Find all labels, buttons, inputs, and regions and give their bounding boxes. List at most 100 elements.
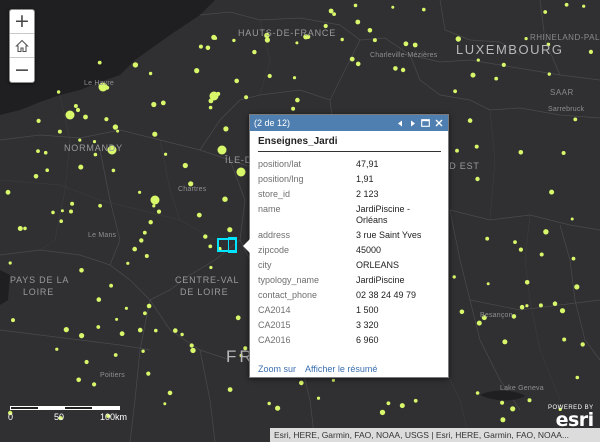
map-view[interactable]: HAUTS-DE-FRANCE LUXEMBOURG RHINELAND-PAL… [0,0,600,442]
home-button[interactable] [10,34,34,58]
store-point[interactable] [78,164,84,170]
store-point[interactable] [222,196,228,202]
store-point[interactable] [340,37,344,42]
store-point[interactable] [138,190,142,194]
store-point[interactable] [582,4,586,8]
store-point[interactable] [524,280,530,285]
store-point[interactable] [98,203,102,208]
store-point[interactable] [393,66,398,71]
store-point[interactable] [223,126,229,132]
store-point[interactable] [190,347,196,354]
store-point[interactable] [486,282,490,286]
store-point[interactable] [355,19,361,25]
store-point[interactable] [539,252,544,257]
store-point[interactable] [156,209,162,214]
store-point[interactable] [139,238,144,243]
store-point[interactable] [109,283,113,288]
store-point[interactable] [543,229,549,235]
store-point[interactable] [154,328,158,333]
store-point[interactable] [412,42,418,48]
store-point[interactable] [152,204,156,208]
store-point[interactable] [167,390,173,396]
store-point[interactable] [267,401,271,406]
store-point[interactable] [142,230,147,235]
store-point[interactable] [93,152,98,157]
store-point[interactable] [264,37,270,43]
store-point[interactable] [5,189,11,195]
store-point[interactable] [23,226,27,231]
store-point[interactable] [116,129,120,133]
store-point[interactable] [70,201,75,206]
store-point[interactable] [132,62,139,68]
store-point[interactable] [386,401,391,406]
store-point[interactable] [292,76,297,80]
store-point[interactable] [547,72,551,76]
store-point[interactable] [244,95,249,100]
store-point[interactable] [119,331,125,337]
store-point[interactable] [399,403,405,409]
store-point[interactable] [455,148,459,153]
store-point[interactable] [180,332,184,337]
store-point[interactable] [112,124,119,130]
store-point[interactable] [518,150,524,155]
store-point[interactable] [33,174,39,179]
store-point[interactable] [196,212,202,218]
store-point[interactable] [349,56,355,62]
store-point[interactable] [379,409,386,416]
store-point[interactable] [455,36,461,42]
store-point[interactable] [494,76,499,81]
store-point[interactable] [467,118,473,123]
store-point[interactable] [588,49,594,55]
store-point[interactable] [11,318,15,323]
store-point[interactable] [549,189,555,195]
store-point[interactable] [111,168,116,173]
store-point[interactable] [524,37,528,41]
store-point[interactable] [83,114,88,120]
store-point[interactable] [59,219,63,223]
store-point[interactable] [299,380,304,386]
store-point[interactable] [75,107,81,113]
store-point[interactable] [141,349,145,353]
store-point[interactable] [209,265,213,270]
store-point[interactable] [252,49,257,55]
store-point[interactable] [543,10,548,14]
store-point[interactable] [485,236,490,241]
store-point[interactable] [36,118,41,123]
store-point[interactable] [453,89,457,94]
store-point[interactable] [474,144,479,149]
store-point[interactable] [8,261,12,265]
store-point[interactable] [143,311,147,316]
store-point-large[interactable] [150,195,160,205]
store-point[interactable] [45,168,49,172]
store-point[interactable] [403,41,409,47]
store-point[interactable] [367,28,373,33]
store-point[interactable] [126,261,130,265]
store-point[interactable] [60,209,64,213]
store-point[interactable] [124,306,128,310]
store-point[interactable] [137,327,143,333]
maximize-icon[interactable] [420,118,431,129]
store-point[interactable] [144,254,149,258]
store-point[interactable] [55,347,59,351]
store-point[interactable] [574,284,580,290]
store-point[interactable] [51,210,55,215]
store-point[interactable] [452,275,456,279]
store-point[interactable] [148,220,153,225]
store-point[interactable] [205,45,211,51]
close-icon[interactable] [433,118,444,129]
store-point[interactable] [104,117,109,122]
store-point[interactable] [459,309,465,315]
store-point[interactable] [476,320,482,326]
show-summary-link[interactable]: Afficher le résumé [305,364,377,374]
store-point[interactable] [208,105,213,110]
store-point-large[interactable] [65,110,75,120]
store-point[interactable] [96,297,102,302]
zoom-in-button[interactable]: + [10,10,34,34]
store-point[interactable] [115,317,119,321]
store-point[interactable] [331,378,335,382]
store-point[interactable] [291,106,296,111]
store-point[interactable] [79,333,85,339]
store-point[interactable] [203,234,208,239]
store-point[interactable] [518,247,524,252]
store-point[interactable] [189,343,194,348]
